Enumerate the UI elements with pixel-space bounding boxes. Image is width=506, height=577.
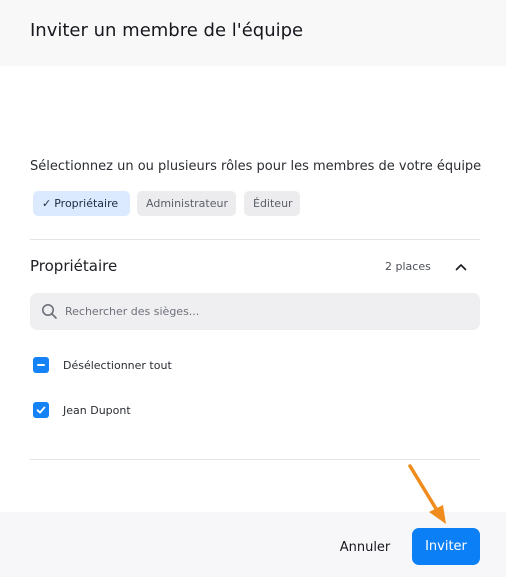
search-icon (42, 304, 57, 319)
deselect-all-label: Désélectionner tout (63, 358, 172, 372)
role-chip-administrateur[interactable]: Administrateur (137, 191, 236, 216)
search-input[interactable] (65, 293, 465, 330)
member-name: Jean Dupont (63, 403, 131, 417)
section-title: Propriétaire (30, 257, 118, 275)
check-icon: ✓ (42, 197, 52, 210)
chevron-up-icon (455, 264, 467, 271)
role-chip-proprietaire[interactable]: ✓ Propriétaire (33, 191, 130, 216)
member-row[interactable]: Jean Dupont (33, 401, 131, 419)
role-chip-label: Propriétaire (54, 197, 119, 210)
deselect-all-row[interactable]: Désélectionner tout (33, 356, 172, 374)
role-chip-label: Administrateur (146, 197, 228, 210)
deselect-all-checkbox[interactable] (33, 357, 49, 373)
member-checkbox[interactable] (33, 402, 49, 418)
annotation-arrow-icon (408, 464, 446, 524)
collapse-button[interactable] (452, 258, 470, 276)
roles-prompt: Sélectionnez un ou plusieurs rôles pour … (30, 159, 482, 174)
invite-dialog: Inviter un membre de l'équipe Sélectionn… (0, 0, 506, 577)
role-chip-label: Éditeur (253, 197, 293, 210)
search-box (30, 293, 480, 330)
divider (30, 239, 480, 240)
minus-icon (37, 364, 45, 366)
dialog-title: Inviter un membre de l'équipe (30, 20, 304, 41)
invite-button[interactable]: Inviter (412, 528, 480, 565)
check-icon (36, 406, 46, 414)
dialog-header: Inviter un membre de l'équipe (0, 0, 506, 66)
places-count: 2 places (385, 260, 431, 273)
role-chip-editeur[interactable]: Éditeur (244, 191, 300, 216)
cancel-button[interactable]: Annuler (336, 537, 394, 557)
